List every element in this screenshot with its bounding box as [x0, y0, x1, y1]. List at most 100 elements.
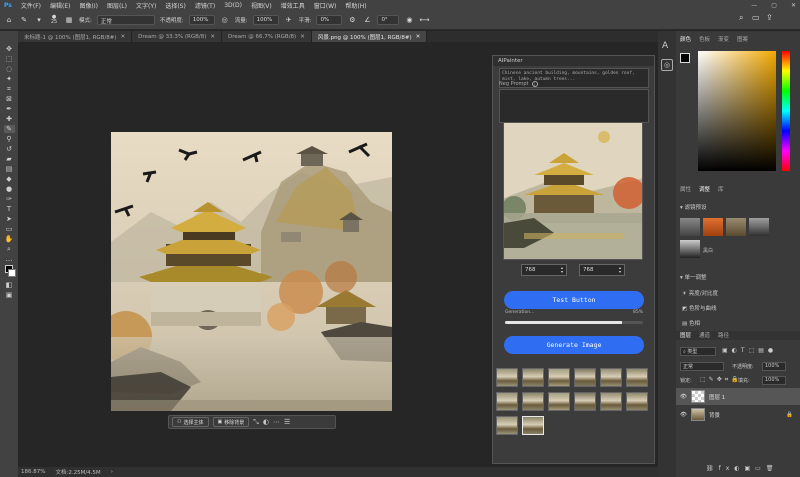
- generated-thumbnail[interactable]: [496, 368, 518, 387]
- generated-thumbnail[interactable]: [496, 392, 518, 411]
- generate-image-button[interactable]: Generate Image: [504, 336, 644, 354]
- tab-layers[interactable]: 图层: [676, 331, 695, 340]
- color-swatches-icon[interactable]: [4, 265, 16, 279]
- lock-icons[interactable]: ⬚✎✥⌗🔒: [700, 376, 742, 384]
- menu-select[interactable]: 选择(S): [165, 1, 186, 10]
- frame-tool-icon[interactable]: ⊠: [4, 95, 15, 103]
- preset-thumb[interactable]: [703, 218, 723, 236]
- hue-slider[interactable]: [782, 51, 790, 171]
- hand-tool-icon[interactable]: ✋: [4, 235, 15, 243]
- zoom-tool-icon[interactable]: ⌕: [4, 245, 15, 253]
- airbrush-icon[interactable]: ✈: [284, 15, 294, 25]
- minimize-icon[interactable]: —: [751, 2, 757, 9]
- layers-footer-icons[interactable]: ⛓fx◐▣▭🗑: [706, 465, 778, 472]
- tab-swatches[interactable]: 色板: [695, 35, 714, 43]
- menu-view[interactable]: 视图(V): [251, 1, 272, 10]
- eraser-icon[interactable]: ▰: [4, 155, 15, 163]
- type-tool-icon[interactable]: T: [4, 205, 15, 213]
- path-select-icon[interactable]: ➤: [4, 215, 15, 223]
- tab-channels[interactable]: 通道: [695, 331, 714, 340]
- angle-field[interactable]: 0°: [377, 14, 400, 25]
- menu-plugins[interactable]: 增效工具: [281, 1, 305, 10]
- remove-background-button[interactable]: ▣ 移除背景: [212, 417, 250, 427]
- brush-tool-icon[interactable]: ✎: [19, 15, 29, 25]
- chevron-down-icon[interactable]: ▾: [34, 15, 44, 25]
- menu-filter[interactable]: 滤镜(T): [195, 1, 215, 10]
- layer-filter-icons[interactable]: ▣◐T⬚▤●: [722, 347, 777, 354]
- tab-document-3[interactable]: Dream @ 66.7% (RGB/8) ✕: [222, 31, 312, 42]
- tab-gradients[interactable]: 渐变: [714, 35, 733, 43]
- generated-thumbnail[interactable]: [574, 368, 596, 387]
- magic-wand-icon[interactable]: ✦: [4, 75, 15, 83]
- test-button[interactable]: Test Button: [504, 291, 644, 309]
- marquee-tool-icon[interactable]: ⬚: [4, 55, 15, 63]
- foreground-swatch[interactable]: [680, 53, 690, 63]
- search-icon[interactable]: ⌕: [739, 13, 743, 23]
- workspace-icon[interactable]: ▭: [752, 13, 760, 22]
- smooth-field[interactable]: 0%: [316, 14, 343, 25]
- lasso-tool-icon[interactable]: ◌: [4, 65, 15, 73]
- settings-icon[interactable]: ☰: [284, 418, 290, 426]
- generated-thumbnail[interactable]: [548, 368, 570, 387]
- select-subject-button[interactable]: ⚇ 选择主体: [172, 417, 209, 427]
- generated-thumbnail[interactable]: [522, 368, 544, 387]
- layer-row-1[interactable]: 👁 图层 1: [676, 388, 800, 405]
- generated-thumbnail[interactable]: [522, 416, 544, 435]
- pressure-size-icon[interactable]: ◉: [404, 15, 414, 25]
- more-tools-icon[interactable]: …: [4, 255, 15, 263]
- gear-icon[interactable]: ⚙: [347, 15, 357, 25]
- angle-icon[interactable]: ∠: [362, 15, 372, 25]
- healing-brush-icon[interactable]: ✚: [4, 115, 15, 123]
- tab-properties[interactable]: 属性: [676, 185, 695, 193]
- stamp-tool-icon[interactable]: ⚲: [4, 135, 15, 143]
- tab-document-2[interactable]: Dream @ 33.3% (RGB/8) ✕: [132, 31, 222, 42]
- opacity-field[interactable]: 100%: [188, 14, 215, 25]
- blur-tool-icon[interactable]: ◆: [4, 175, 15, 183]
- adjust-item[interactable]: ◩ 色阶与曲线: [682, 304, 716, 312]
- crop-tool-icon[interactable]: ⌗: [4, 85, 15, 93]
- info-icon[interactable]: i: [531, 81, 538, 87]
- menu-help[interactable]: 帮助(H): [345, 1, 366, 10]
- preset-thumb[interactable]: [680, 218, 700, 236]
- close-icon[interactable]: ✕: [121, 34, 126, 40]
- tab-paths[interactable]: 路径: [714, 331, 733, 340]
- mask-icon[interactable]: ◐: [263, 418, 269, 426]
- home-icon[interactable]: ⌂: [4, 15, 14, 25]
- close-icon[interactable]: ✕: [210, 34, 215, 40]
- menu-layer[interactable]: 图层(L): [107, 1, 127, 10]
- blend-mode-select[interactable]: 正常: [680, 362, 724, 371]
- generated-preview-image[interactable]: [503, 122, 643, 260]
- single-adjust-header[interactable]: ▾ 单一调整: [680, 273, 707, 281]
- menu-3d[interactable]: 3D(D): [224, 2, 242, 9]
- menu-type[interactable]: 文字(Y): [136, 1, 156, 10]
- stepper-arrows-icon[interactable]: ▴ ▾: [561, 266, 563, 274]
- stepper-arrows-icon[interactable]: ▴ ▾: [619, 266, 621, 274]
- navigator-panel-icon[interactable]: ◎: [661, 59, 673, 71]
- dodge-tool-icon[interactable]: ●: [4, 185, 15, 193]
- document-info[interactable]: 文档:2.25M/4.5M: [55, 468, 100, 476]
- transform-icon[interactable]: ⤡: [253, 418, 259, 427]
- tab-libraries[interactable]: 库: [714, 185, 728, 193]
- pen-tool-icon[interactable]: ✑: [4, 195, 15, 203]
- close-icon[interactable]: ✕: [791, 2, 796, 9]
- presets-header[interactable]: ▾ 滤镜预设: [680, 203, 707, 211]
- zoom-level[interactable]: 186.87%: [21, 469, 45, 475]
- fill-field[interactable]: 100%: [762, 376, 786, 385]
- ps-logo-icon[interactable]: Ps: [4, 2, 12, 9]
- symmetry-icon[interactable]: ⟷: [419, 15, 429, 25]
- preset-thumb[interactable]: [726, 218, 746, 236]
- eye-icon[interactable]: 👁: [680, 412, 687, 418]
- menu-file[interactable]: 文件(F): [21, 1, 41, 10]
- menu-window[interactable]: 窗口(W): [314, 1, 337, 10]
- preset-thumb[interactable]: [749, 218, 769, 236]
- preset-thumb-bw[interactable]: [680, 240, 700, 258]
- generated-thumbnail[interactable]: [548, 392, 570, 411]
- menu-edit[interactable]: 编辑(E): [50, 1, 70, 10]
- generated-thumbnail[interactable]: [626, 368, 648, 387]
- brush-size-icon[interactable]: ● 25: [49, 14, 59, 25]
- gradient-tool-icon[interactable]: ▤: [4, 165, 15, 173]
- layer-opacity-field[interactable]: 100%: [762, 362, 786, 371]
- layer-filter-select[interactable]: ⌕ 类型: [680, 347, 716, 356]
- generated-thumbnail[interactable]: [574, 392, 596, 411]
- flow-field[interactable]: 100%: [252, 14, 279, 25]
